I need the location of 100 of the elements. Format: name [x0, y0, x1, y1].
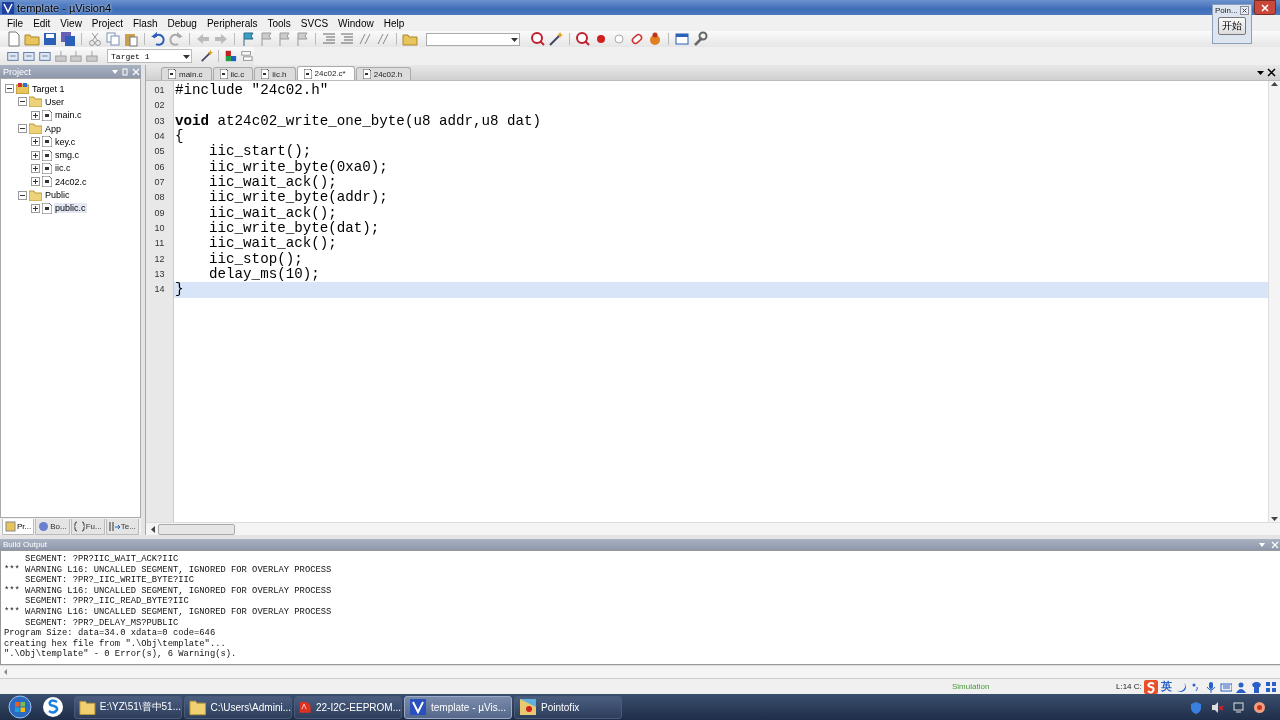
panel-tab[interactable]: Pr... — [2, 519, 35, 535]
taskbar-button[interactable]: Pointofix — [514, 695, 622, 719]
horizontal-scrollbar[interactable] — [146, 522, 1280, 535]
save-icon[interactable] — [42, 31, 58, 47]
menu-item[interactable]: View — [55, 17, 87, 29]
tree-item[interactable]: iic.c — [54, 163, 72, 174]
collapse-icon[interactable] — [5, 84, 14, 94]
expand-icon[interactable] — [31, 163, 40, 173]
taskbar-button[interactable]: 22-I2C-EEPROM... — [294, 695, 402, 719]
line-number: 11 — [153, 237, 166, 251]
menu-item[interactable]: Flash — [128, 17, 163, 29]
bookmark-flag-icon[interactable] — [240, 31, 256, 47]
output-line: *** WARNING L16: UNCALLED SEGMENT, IGNORED FOR OVERLAY PROCESS — [4, 564, 333, 576]
panel-title: Build Output — [3, 540, 48, 549]
find-field[interactable] — [426, 32, 520, 46]
vertical-scrollbar[interactable] — [1268, 81, 1280, 522]
file-icon — [42, 176, 52, 188]
paste-icon[interactable] — [123, 31, 139, 47]
panel-tab[interactable]: Fu... — [70, 519, 105, 535]
menu-item[interactable]: Debug — [162, 17, 202, 29]
file-tab[interactable]: 24c02.c* — [296, 66, 355, 80]
window-icon[interactable] — [674, 31, 690, 47]
menu-item[interactable]: Project — [86, 17, 128, 29]
line-number: 09 — [153, 206, 166, 220]
code-line: iic_wait_ack(); — [208, 205, 338, 221]
close-button[interactable] — [1254, 0, 1276, 15]
code-line: void at24c02_write_one_byte(u8 addr,u8 dat) — [174, 113, 543, 129]
muted-speaker-icon[interactable] — [1211, 700, 1224, 714]
menu-item[interactable]: Help — [378, 17, 410, 29]
horizontal-scrollbar[interactable] — [0, 665, 1280, 678]
environment-icon[interactable] — [240, 48, 255, 64]
shield-icon[interactable] — [1190, 700, 1203, 714]
scroll-thumb[interactable] — [158, 523, 235, 535]
close-icon[interactable] — [1240, 6, 1249, 15]
taskbar-button[interactable]: E:\YZ\51\普中51... — [74, 695, 182, 719]
collapse-icon[interactable] — [18, 190, 27, 200]
network-icon[interactable] — [1232, 700, 1245, 714]
record-icon[interactable] — [1253, 700, 1266, 714]
tree-item[interactable]: public.c — [54, 203, 87, 214]
save-all-icon[interactable] — [60, 31, 76, 47]
ime-language[interactable]: 英 — [1160, 679, 1172, 694]
collapse-icon[interactable] — [18, 97, 27, 107]
line-number: 05 — [153, 145, 166, 159]
expand-icon[interactable] — [31, 110, 40, 120]
collapse-icon[interactable] — [18, 124, 27, 134]
window-title: template - µVision4 — [17, 1, 112, 14]
undo-icon[interactable] — [150, 31, 166, 47]
start-button-icon[interactable] — [8, 695, 32, 719]
bug-icon[interactable] — [647, 31, 663, 47]
microphone-icon[interactable] — [1204, 680, 1217, 693]
shirt-icon[interactable] — [1249, 680, 1262, 693]
tree-item[interactable]: Target 1 — [31, 83, 66, 94]
output-line: *** WARNING L16: UNCALLED SEGMENT, IGNORED FOR OVERLAY PROCESS — [4, 606, 333, 618]
start-button[interactable]: 开始 — [1218, 17, 1246, 35]
expand-icon[interactable] — [31, 150, 40, 160]
file-tab[interactable]: main.c — [161, 67, 212, 80]
user-icon[interactable] — [1234, 680, 1247, 693]
taskbar-button[interactable]: C:\Users\Admini... — [184, 695, 292, 719]
find-icon[interactable] — [530, 31, 546, 47]
tree-item[interactable]: 24c02.c — [54, 176, 88, 187]
keyboard-icon[interactable] — [1219, 680, 1232, 693]
tree-item[interactable]: main.c — [54, 110, 83, 121]
line-number: 12 — [153, 252, 166, 266]
tree-item[interactable]: key.c — [54, 136, 77, 147]
expand-icon[interactable] — [31, 137, 40, 147]
menu-item[interactable]: SVCS — [295, 17, 334, 29]
folder-icon — [29, 189, 42, 201]
file-tab[interactable]: 24c02.h — [355, 67, 412, 80]
menu-item[interactable]: File — [2, 17, 29, 29]
tree-item[interactable]: User — [44, 96, 65, 107]
taskbar-button[interactable]: template - µVis... — [404, 695, 512, 719]
ime-logo-icon[interactable] — [1143, 679, 1158, 694]
settings-icon[interactable] — [692, 31, 708, 47]
menu-item[interactable]: Window — [333, 17, 379, 29]
menu-item[interactable]: Edit — [28, 17, 56, 29]
target-label: Target 1 — [111, 51, 150, 61]
target-options-icon[interactable] — [199, 48, 214, 64]
line-number: 02 — [153, 99, 166, 113]
code-line: { — [174, 129, 185, 145]
expand-icon[interactable] — [31, 177, 40, 187]
panel-tab[interactable]: Bo... — [35, 519, 70, 535]
target-select[interactable]: Target 1 — [107, 49, 192, 63]
dropdown-arrow-icon[interactable] — [1256, 68, 1265, 77]
file-tab[interactable]: iic.c — [212, 67, 254, 80]
close-icon[interactable] — [1267, 68, 1276, 77]
panel-title: Project — [3, 66, 31, 77]
expand-icon[interactable] — [31, 203, 40, 213]
grid-icon[interactable] — [1264, 680, 1277, 693]
file-tab[interactable]: iic.h — [254, 67, 296, 80]
scroll-left-icon — [150, 525, 156, 533]
code-line: iic_start(); — [208, 144, 313, 160]
tree-item[interactable]: Public — [44, 190, 71, 200]
tree-item[interactable]: smg.c — [54, 150, 80, 161]
components-icon[interactable] — [224, 48, 239, 64]
menu-item[interactable]: Tools — [262, 17, 296, 29]
tree-item[interactable]: App — [44, 123, 62, 134]
search-app-icon[interactable] — [42, 696, 64, 718]
pin-close-icon — [111, 67, 141, 76]
panel-tab[interactable]: Te... — [105, 519, 139, 535]
menu-item[interactable]: Peripherals — [201, 17, 263, 29]
